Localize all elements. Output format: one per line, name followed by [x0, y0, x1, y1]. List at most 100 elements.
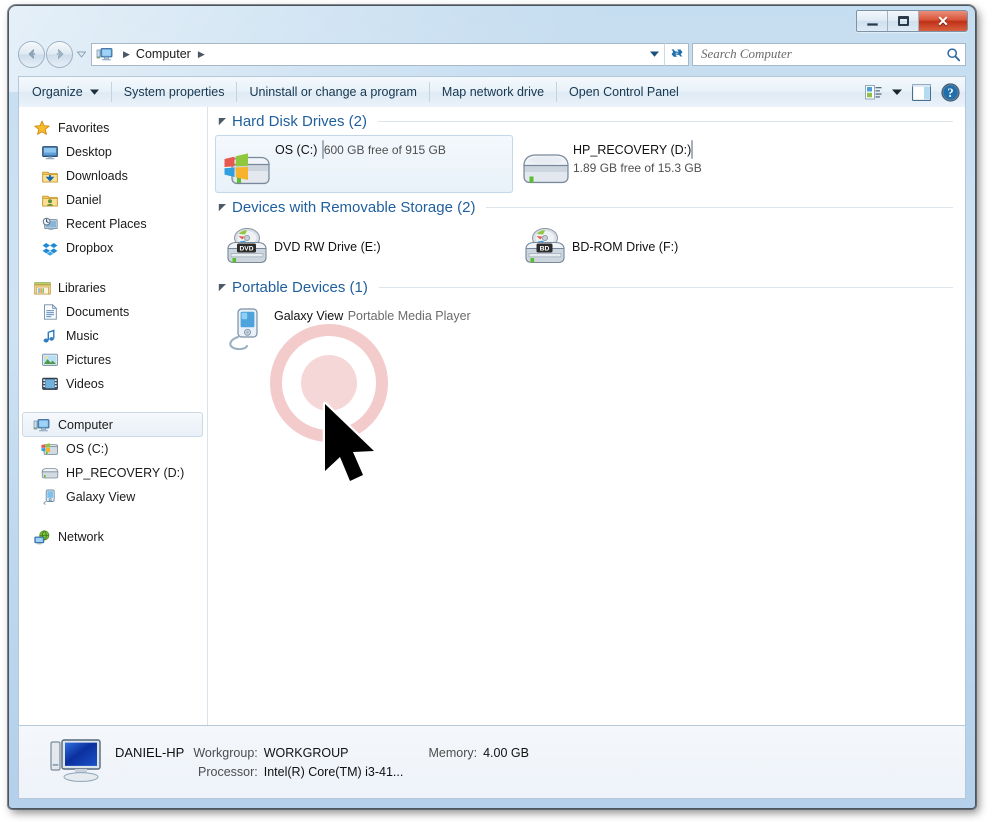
uninstall-or-change-program-button[interactable]: Uninstall or change a program [238, 77, 427, 107]
breadcrumb-bar[interactable]: ▶ Computer ▶ [91, 42, 644, 66]
sidebar-item-os-c[interactable]: OS (C:) [19, 437, 207, 461]
group-divider [486, 206, 953, 208]
drive-tile-os-c[interactable]: OS (C:) 600 GB free of 915 GB [215, 135, 513, 193]
help-icon: ? [941, 82, 960, 102]
drive-capacity-text: 1.89 GB free of 15.3 GB [573, 161, 702, 175]
collapse-triangle-icon[interactable] [216, 203, 228, 212]
sidebar-label: Music [66, 329, 99, 343]
system-properties-button[interactable]: System properties [113, 77, 236, 107]
preview-pane-icon [912, 83, 931, 101]
file-list-view[interactable]: Hard Disk Drives (2) OS (C:) 600 GB free… [208, 107, 965, 725]
sidebar-header-libraries[interactable]: Libraries [19, 276, 207, 300]
group-header-hard-disk-drives[interactable]: Hard Disk Drives (2) [208, 107, 965, 135]
details-line-2: Processor: Intel(R) Core(TM) i3-41... [115, 765, 965, 779]
title-bar[interactable]: ✕ [9, 6, 975, 36]
recent-pages-button[interactable] [74, 51, 88, 58]
sidebar-item-computer[interactable]: Computer [22, 412, 203, 437]
sidebar-item-daniel[interactable]: Daniel [19, 188, 207, 212]
group-divider [378, 120, 953, 122]
breadcrumb-separator-1[interactable]: ▶ [191, 49, 211, 60]
downloads-folder-icon [41, 168, 59, 185]
organize-button[interactable]: Organize [19, 77, 110, 107]
help-button[interactable]: ? [936, 77, 965, 107]
close-icon: ✕ [937, 13, 949, 29]
collapse-triangle-icon[interactable] [216, 117, 228, 126]
svg-text:BD: BD [540, 245, 550, 252]
workgroup-value: WORKGROUP [263, 746, 349, 760]
group-title: Portable Devices (1) [232, 278, 368, 296]
pictures-icon [41, 352, 59, 369]
device-item-galaxy-view[interactable]: Galaxy View Portable Media Player [215, 301, 513, 357]
drive-icon [519, 140, 573, 185]
device-item-bd-rom-drive-f[interactable]: BD BD-ROM Drive (F:) [513, 221, 811, 273]
refresh-button[interactable] [664, 42, 689, 66]
organize-label: Organize [32, 85, 83, 99]
forward-arrow-icon [56, 48, 63, 60]
sidebar-item-desktop[interactable]: Desktop [19, 140, 207, 164]
maximize-button[interactable] [888, 11, 919, 31]
computer-name: DANIEL-HP [115, 745, 185, 760]
sidebar-header-network[interactable]: Network [19, 525, 207, 549]
group-header-portable-devices[interactable]: Portable Devices (1) [208, 273, 965, 301]
collapse-triangle-icon[interactable] [216, 283, 228, 292]
sidebar-label: HP_RECOVERY (D:) [66, 466, 185, 480]
back-button[interactable] [18, 40, 45, 68]
map-network-drive-button[interactable]: Map network drive [431, 77, 555, 107]
capacity-meter [691, 140, 694, 159]
forward-button[interactable] [46, 40, 73, 68]
device-name: Galaxy View [274, 309, 344, 323]
search-icon[interactable] [946, 47, 961, 62]
address-dropdown-button[interactable] [644, 42, 664, 66]
chevron-down-icon [649, 51, 659, 57]
sidebar-item-downloads[interactable]: Downloads [19, 164, 207, 188]
sidebar-item-music[interactable]: Music [19, 324, 207, 348]
chevron-down-icon [76, 51, 86, 58]
minimize-icon [866, 22, 878, 26]
sidebar-item-documents[interactable]: Documents [19, 300, 207, 324]
portable-device-icon [41, 489, 59, 506]
close-button[interactable]: ✕ [919, 11, 967, 31]
drive-tile-hp-recovery-d[interactable]: HP_RECOVERY (D:) 1.89 GB free of 15.3 GB [513, 135, 811, 193]
maximize-icon [897, 16, 909, 26]
star-icon [33, 120, 51, 137]
device-name: BD-ROM Drive (F:) [572, 240, 679, 254]
device-name: DVD RW Drive (E:) [274, 240, 381, 254]
sidebar-item-dropbox[interactable]: Dropbox [19, 236, 207, 260]
breadcrumb-item-computer[interactable]: Computer [136, 47, 191, 61]
computer-icon [96, 48, 113, 61]
change-view-button[interactable] [860, 77, 887, 107]
sidebar-label: Downloads [66, 169, 128, 183]
minimize-button[interactable] [857, 11, 888, 31]
group-title: Devices with Removable Storage (2) [232, 198, 476, 216]
window-controls: ✕ [856, 10, 968, 32]
show-preview-pane-button[interactable] [907, 77, 936, 107]
sidebar-item-videos[interactable]: Videos [19, 372, 207, 396]
open-control-panel-button[interactable]: Open Control Panel [558, 77, 690, 107]
address-bar: ▶ Computer ▶ [9, 36, 975, 72]
group-header-removable-storage[interactable]: Devices with Removable Storage (2) [208, 193, 965, 221]
search-box[interactable] [692, 42, 966, 66]
processor-label: Processor: [198, 765, 258, 779]
navigation-pane[interactable]: Favorites Desktop Downloads Daniel Recen… [19, 107, 208, 725]
sidebar-label: Libraries [58, 281, 106, 295]
processor-value: Intel(R) Core(TM) i3-41... [263, 765, 404, 779]
refresh-icon [671, 48, 682, 57]
sidebar-item-galaxy-view[interactable]: Galaxy View [19, 485, 207, 509]
sidebar-header-favorites[interactable]: Favorites [19, 116, 207, 140]
chevron-down-icon [89, 89, 99, 95]
details-text: DANIEL-HP Workgroup: WORKGROUP Memory: 4… [115, 745, 965, 779]
device-item-dvd-rw-drive-e[interactable]: DVD DVD RW Drive (E:) [215, 221, 513, 273]
search-input[interactable] [701, 46, 946, 62]
libraries-icon [33, 280, 51, 297]
drive-capacity-text: 600 GB free of 915 GB [323, 143, 446, 157]
svg-text:?: ? [947, 86, 953, 100]
change-view-dropdown[interactable] [887, 77, 907, 107]
sidebar-label: Desktop [66, 145, 112, 159]
sidebar-item-hp-recovery-d[interactable]: HP_RECOVERY (D:) [19, 461, 207, 485]
toolbar-separator [110, 82, 112, 102]
sidebar-item-pictures[interactable]: Pictures [19, 348, 207, 372]
sidebar-item-recent-places[interactable]: Recent Places [19, 212, 207, 236]
